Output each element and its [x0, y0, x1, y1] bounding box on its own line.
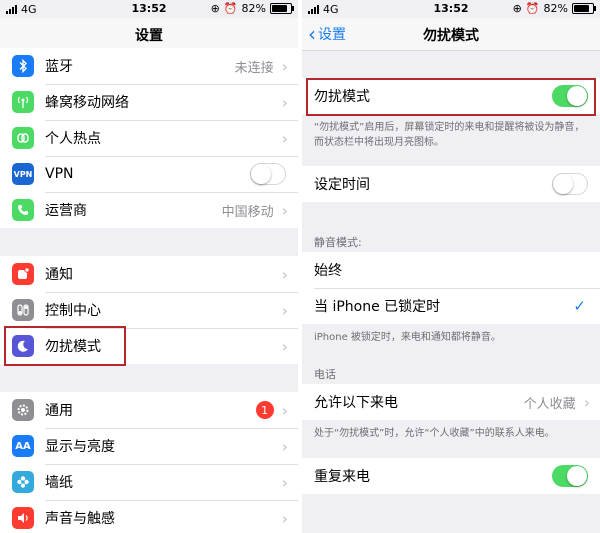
checkmark-icon: ✓ — [573, 297, 586, 315]
allow-calls-label: 允许以下来电 — [314, 395, 398, 411]
bluetooth-icon — [12, 55, 34, 77]
carrier-name: 中国移动 — [221, 204, 274, 220]
settings-item-label: 个人热点 — [45, 131, 101, 147]
settings-item-hotspot[interactable]: 个人热点 › — [0, 120, 298, 156]
silence-locked-label: 当 iPhone 已锁定时 — [314, 299, 441, 315]
text-size-icon: AA — [12, 435, 34, 457]
settings-item-label: 蓝牙 — [45, 59, 73, 75]
battery-percent: 82% — [543, 2, 568, 15]
settings-item-label: 声音与触感 — [45, 511, 115, 527]
settings-item-label: VPN — [45, 166, 74, 182]
scheduled-label: 设定时间 — [314, 177, 370, 193]
settings-item-display[interactable]: AA 显示与亮度 › — [0, 428, 298, 464]
chevron-right-icon: › — [281, 264, 288, 284]
notifications-icon — [12, 263, 34, 285]
connectivity-group: 蓝牙 未连接 › 蜂窝移动网络 › 个人热点 › VPN VPN 运营商 中国移… — [0, 48, 298, 228]
speaker-icon — [12, 507, 34, 529]
settings-item-label: 显示与亮度 — [45, 439, 115, 455]
settings-item-label: 通知 — [45, 267, 73, 283]
alarm-icon: ⏰ — [525, 2, 540, 15]
lock-rotation-icon: ⊕ — [210, 2, 220, 15]
status-bar: 4G 13:52 ⊕ ⏰ 82% — [302, 0, 600, 18]
silence-group: 始终 当 iPhone 已锁定时 ✓ — [302, 252, 600, 324]
chevron-right-icon: › — [281, 300, 288, 320]
settings-item-general[interactable]: 通用 1 › — [0, 392, 298, 428]
repeated-calls-row[interactable]: 重复来电 — [302, 458, 600, 494]
phone-section-header: 电话 — [314, 368, 336, 381]
chevron-right-icon: › — [583, 392, 590, 412]
page-title: 设置 — [135, 28, 163, 44]
settings-item-label: 控制中心 — [45, 303, 101, 319]
settings-item-cellular[interactable]: 蜂窝移动网络 › — [0, 84, 298, 120]
battery-percent: 82% — [241, 2, 266, 15]
settings-item-notifications[interactable]: 通知 › — [0, 256, 298, 292]
allow-calls-description: 处于“勿扰模式”时，允许“个人收藏”中的联系人来电。 — [314, 428, 555, 439]
control-center-icon — [12, 299, 34, 321]
allow-calls-row[interactable]: 允许以下来电 个人收藏 › — [302, 384, 600, 420]
settings-screen: 4G 13:52 ⊕ ⏰ 82% 设置 蓝牙 未连接 › 蜂窝移动网络 › 个人… — [0, 0, 298, 533]
scheduled-group: 设定时间 — [302, 166, 600, 202]
page-title: 勿扰模式 — [423, 28, 479, 44]
battery-icon — [270, 3, 294, 14]
highlight-box-do-not-disturb — [4, 326, 126, 366]
chevron-right-icon: › — [281, 128, 288, 148]
wallpaper-flower-icon — [12, 471, 34, 493]
vpn-toggle[interactable] — [250, 163, 286, 185]
phone-icon — [12, 199, 34, 221]
bluetooth-status: 未连接 — [234, 60, 274, 76]
settings-item-label: 通用 — [45, 403, 73, 419]
status-bar: 4G 13:52 ⊕ ⏰ 82% — [0, 0, 298, 18]
settings-item-label: 运营商 — [45, 203, 87, 219]
repeated-calls-label: 重复来电 — [314, 469, 370, 485]
settings-item-sounds[interactable]: 声音与触感 › — [0, 500, 298, 533]
chevron-right-icon: › — [281, 472, 288, 492]
silence-always-label: 始终 — [314, 263, 342, 279]
chevron-right-icon: › — [281, 92, 288, 112]
allow-calls-value: 个人收藏 — [523, 396, 576, 412]
lock-rotation-icon: ⊕ — [512, 2, 522, 15]
dnd-description: “勿扰模式”启用后，屏幕锁定时的来电和提醒将被设为静音，而状态栏中将出现月亮图标… — [314, 122, 585, 148]
vpn-icon: VPN — [12, 163, 34, 185]
gear-icon — [12, 399, 34, 421]
hotspot-link-icon — [12, 127, 34, 149]
chevron-right-icon: › — [281, 336, 288, 356]
chevron-right-icon: › — [281, 56, 288, 76]
settings-item-carrier[interactable]: 运营商 中国移动 › — [0, 192, 298, 228]
silence-option-always[interactable]: 始终 — [302, 252, 600, 288]
settings-item-vpn[interactable]: VPN VPN — [0, 156, 298, 192]
silence-section-header: 静音模式: — [314, 236, 362, 249]
scheduled-row[interactable]: 设定时间 — [302, 166, 600, 202]
cellular-antenna-icon — [12, 91, 34, 113]
repeated-calls-toggle[interactable] — [552, 465, 588, 487]
settings-item-control-center[interactable]: 控制中心 › — [0, 292, 298, 328]
repeated-calls-group: 重复来电 — [302, 458, 600, 494]
silence-option-locked[interactable]: 当 iPhone 已锁定时 ✓ — [302, 288, 600, 324]
battery-icon — [572, 3, 596, 14]
settings-item-bluetooth[interactable]: 蓝牙 未连接 › — [0, 48, 298, 84]
settings-item-wallpaper[interactable]: 墙纸 › — [0, 464, 298, 500]
phone-group: 允许以下来电 个人收藏 › — [302, 384, 600, 420]
do-not-disturb-screen: 4G 13:52 ⊕ ⏰ 82% ‹ 设置 勿扰模式 勿扰模式 “勿扰模式”启用… — [302, 0, 600, 533]
chevron-right-icon: › — [281, 200, 288, 220]
silence-description: iPhone 被锁定时，来电和通知都将静音。 — [314, 332, 501, 343]
settings-item-label: 蜂窝移动网络 — [45, 95, 129, 111]
general-group: 通用 1 › AA 显示与亮度 › 墙纸 › 声音与触感 › — [0, 392, 298, 533]
update-badge: 1 — [255, 401, 274, 419]
nav-bar: 设置 — [0, 18, 298, 51]
chevron-right-icon: › — [281, 436, 288, 456]
nav-bar: ‹ 设置 勿扰模式 — [302, 18, 600, 51]
alarm-icon: ⏰ — [223, 2, 238, 15]
chevron-right-icon: › — [281, 400, 288, 420]
chevron-right-icon: › — [281, 508, 288, 528]
settings-item-label: 墙纸 — [45, 475, 73, 491]
scheduled-toggle[interactable] — [552, 173, 588, 195]
highlight-box-dnd-toggle — [306, 78, 596, 116]
